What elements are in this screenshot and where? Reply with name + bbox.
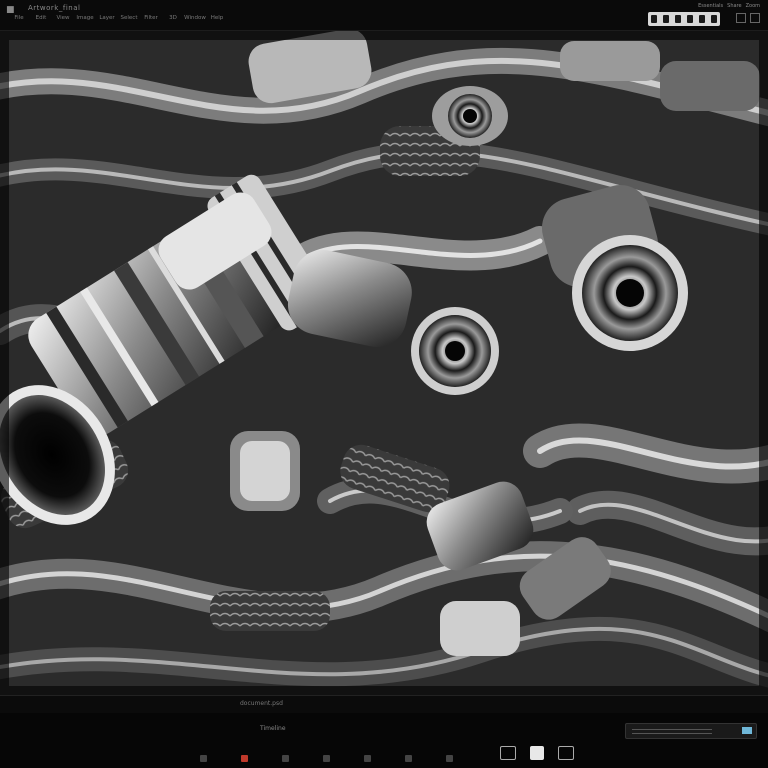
tray-settings-icon[interactable] <box>446 755 453 762</box>
frame-icon[interactable] <box>500 746 516 760</box>
brush-tool-icon[interactable] <box>663 15 669 23</box>
timeline-label: Timeline <box>260 725 286 732</box>
tray-mask-icon[interactable] <box>364 755 371 762</box>
menu-item-file[interactable]: File <box>8 14 30 22</box>
workspace-label[interactable]: Essentials <box>698 3 723 9</box>
minimize-icon[interactable] <box>736 13 746 23</box>
artwork-canvas[interactable] <box>0 31 768 695</box>
app-title: Artwork_final <box>28 4 81 12</box>
menu-item-window[interactable]: Window <box>184 14 206 22</box>
properties-slider[interactable] <box>625 723 757 739</box>
slider-track[interactable] <box>632 729 712 734</box>
status-bar: document.psd <box>0 695 768 714</box>
tray-export-icon[interactable] <box>405 755 412 762</box>
tray-layers-icon[interactable] <box>200 755 207 762</box>
color-swatch[interactable] <box>742 727 752 734</box>
ribbed-segment <box>210 591 330 631</box>
maximize-icon[interactable] <box>750 13 760 23</box>
tool-icon-strip <box>648 12 720 26</box>
menu-item-select[interactable]: Select <box>118 14 140 22</box>
upper-eye <box>432 86 508 146</box>
window-controls <box>736 13 760 23</box>
menu-item-filter[interactable]: Filter <box>140 14 162 22</box>
move-tool-icon[interactable] <box>651 15 657 23</box>
clone-tool-icon[interactable] <box>687 15 693 23</box>
menu-item-3d[interactable]: 3D <box>162 14 184 22</box>
menu-item-image[interactable]: Image <box>74 14 96 22</box>
crop-icon[interactable] <box>558 746 574 760</box>
shape-tool-icon[interactable] <box>711 15 717 23</box>
bottom-tools <box>500 746 574 760</box>
zoom-label[interactable]: Zoom <box>746 3 760 9</box>
tray-history-icon[interactable] <box>282 755 289 762</box>
menu-item-edit[interactable]: Edit <box>30 14 52 22</box>
top-toolbar: ■ Artwork_final File Edit View Image Lay… <box>0 0 768 31</box>
eraser-tool-icon[interactable] <box>675 15 681 23</box>
snapshot-icon[interactable] <box>530 746 544 760</box>
menu-item-help[interactable]: Help <box>206 14 228 22</box>
tray-record-icon[interactable] <box>241 755 248 762</box>
text-tool-icon[interactable] <box>699 15 705 23</box>
document-name: document.psd <box>240 700 283 707</box>
menu-item-view[interactable]: View <box>52 14 74 22</box>
biomechanical-artwork <box>0 31 768 695</box>
workspace-labels: Essentials Share Zoom <box>698 3 760 9</box>
menu-bar: File Edit View Image Layer Select Filter… <box>8 14 228 22</box>
share-label[interactable]: Share <box>727 3 741 9</box>
bottom-tray <box>200 755 453 762</box>
bottom-panel: Timeline <box>0 713 768 768</box>
tray-adjust-icon[interactable] <box>323 755 330 762</box>
menu-item-layer[interactable]: Layer <box>96 14 118 22</box>
